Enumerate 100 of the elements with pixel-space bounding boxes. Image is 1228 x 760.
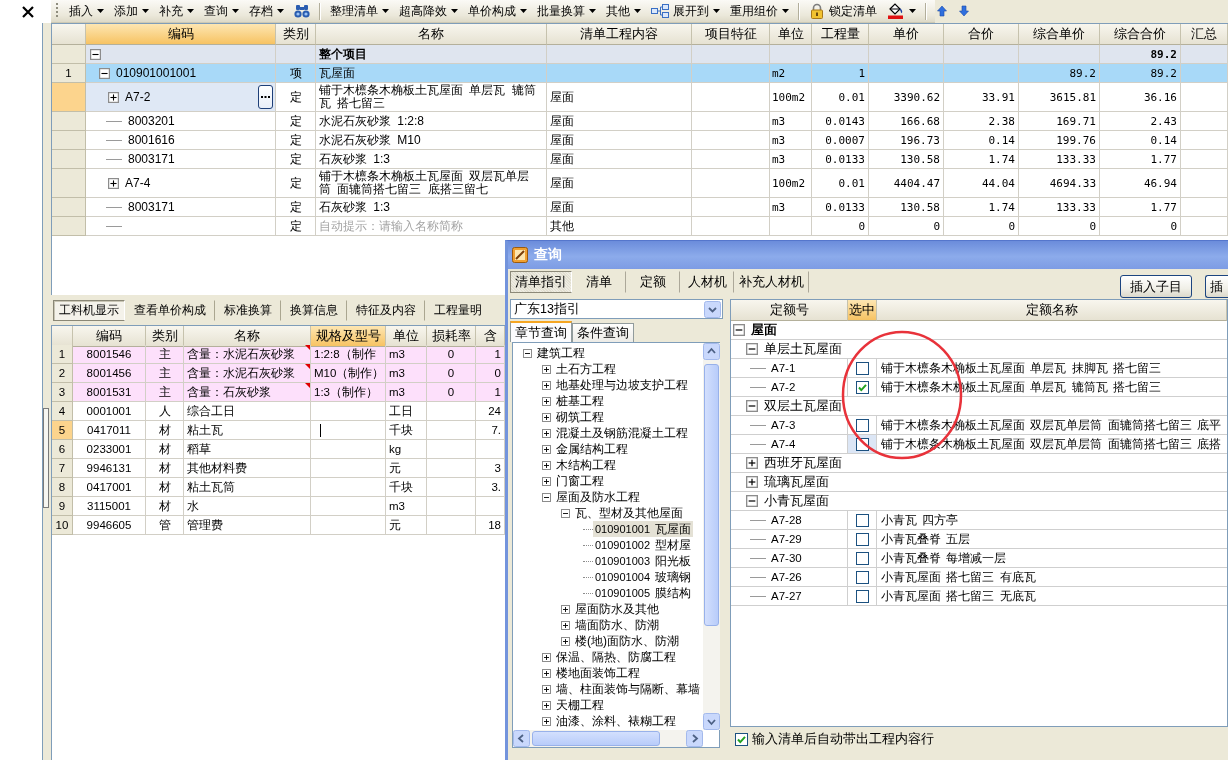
tree-item[interactable]: 木结构工程 [540,457,618,473]
plus-icon[interactable] [561,620,570,630]
table-row[interactable]: 1 8001546 主 含量：水泥石灰砂浆 1:2:8（制作 m3 0 1 [52,345,505,364]
plus-icon[interactable] [746,476,758,488]
tab[interactable]: 标准换算 [215,299,281,321]
column-header[interactable]: 项目特征 [692,24,770,45]
row-header[interactable]: 9 [52,497,73,516]
tree-item[interactable]: 小青瓦屋面 [746,492,829,510]
row-header[interactable]: 6 [52,440,73,459]
guide-select[interactable]: 广东13指引 [510,299,723,319]
tree-item[interactable]: 屋面防水及其他 [559,601,661,617]
tree-item[interactable]: 砌筑工程 [540,409,606,425]
scrollbar-thumb[interactable] [532,731,660,746]
tree-item[interactable]: 010901002 型材屋 [593,537,694,553]
tree-item[interactable]: 门窗工程 [540,473,606,489]
column-header[interactable]: 编码 [86,24,276,45]
plus-icon[interactable] [542,652,551,662]
menu-button[interactable]: 重用组价 [725,0,794,22]
scroll-down-button[interactable] [703,713,720,730]
column-header[interactable]: 综合单价 [1019,24,1100,45]
menu-button[interactable]: 整理清单 [325,0,394,22]
checkbox[interactable] [855,551,869,565]
minus-icon[interactable] [99,67,110,79]
plus-icon[interactable] [542,684,551,694]
plus-icon[interactable] [542,444,551,454]
column-header[interactable]: 单位 [770,24,812,45]
menu-button[interactable]: 存档 [244,0,289,22]
tree-item[interactable]: 屋面 [733,321,777,339]
plus-icon[interactable] [542,380,551,390]
column-header[interactable]: 损耗率 [427,326,476,347]
tree-item[interactable]: 油漆、涂料、裱糊工程 [540,713,678,729]
column-header[interactable]: 清单工程内容 [547,24,692,45]
tree-item[interactable]: 天棚工程 [540,697,606,713]
column-header[interactable]: 工程量 [812,24,869,45]
row-header[interactable]: 10 [52,516,73,535]
plus-icon[interactable] [746,457,758,469]
plus-icon[interactable] [542,476,551,486]
tab[interactable]: 换算信息 [281,299,347,321]
tree-item[interactable]: 地基处理与边坡支护工程 [540,377,690,393]
plus-icon[interactable] [542,700,551,710]
tab[interactable]: 查看单价构成 [125,299,215,321]
tree-item[interactable]: 010901001 瓦屋面 [593,521,694,537]
tree-item[interactable]: 混凝土及钢筋混凝土工程 [540,425,690,441]
checkbox[interactable] [855,380,869,394]
plus-icon[interactable] [542,428,551,438]
checkbox[interactable] [855,570,869,584]
menu-button[interactable]: 添加 [109,0,154,22]
checkbox[interactable] [855,589,869,603]
tree-item[interactable]: 010901004 玻璃钢 [593,569,694,585]
table-row[interactable]: 整个项目 89.2 [52,45,1228,64]
tree-item[interactable]: 桩基工程 [540,393,606,409]
tree-item[interactable]: 墙、柱面装饰与隔断、幕墙 [540,681,702,697]
minus-icon[interactable] [542,492,551,502]
plus-icon[interactable] [108,177,119,189]
menu-button[interactable]: 批量换算 [532,0,601,22]
tree-item[interactable]: 010901005 膜结构 [593,585,694,601]
column-header[interactable]: 名称 [316,24,547,45]
more-button[interactable] [258,85,273,109]
column-header[interactable]: 综合合价 [1100,24,1181,45]
vertical-scrollbar[interactable] [703,343,720,730]
minus-icon[interactable] [523,348,532,358]
scroll-left-button[interactable] [513,730,530,747]
plus-icon[interactable] [561,636,570,646]
checkbox[interactable] [855,532,869,546]
tab[interactable]: 条件查询 [572,323,634,342]
horizontal-scrollbar[interactable] [513,730,703,747]
column-header[interactable]: 类别 [146,326,184,347]
column-header[interactable]: 选中 [848,300,877,321]
lock-list-button[interactable]: 锁定清单 [804,0,882,22]
tab[interactable]: 工料机显示 [53,299,125,321]
row-header[interactable]: 7 [52,459,73,478]
checkbox[interactable] [855,513,869,527]
menu-button[interactable]: 插入 [64,0,109,22]
tab[interactable]: 清单 [572,271,626,293]
plus-icon[interactable] [542,668,551,678]
tab[interactable]: 清单指引 [510,271,572,293]
row-header[interactable]: 3 [52,383,73,402]
row-header[interactable]: 1 [52,345,73,364]
row-header[interactable]: 5 [52,421,73,440]
column-header[interactable]: 单位 [386,326,427,347]
plus-icon[interactable] [561,604,570,614]
column-header[interactable]: 编码 [73,326,146,347]
tab[interactable]: 人材机 [680,271,734,293]
column-header[interactable]: 含 [476,326,505,347]
table-row[interactable]: 3 8001531 主 含量：石灰砂浆 1:3（制作） m3 0 1 [52,383,505,402]
tree-item[interactable]: 瓦、型材及其他屋面 [559,505,685,521]
plus-icon[interactable] [108,91,119,103]
expand-to-button[interactable]: 展开到 [646,0,725,22]
tab[interactable]: 工程量明 [425,299,491,321]
column-header[interactable]: 规格及型号 [311,326,386,347]
menu-button[interactable]: 补充 [154,0,199,22]
table-row[interactable]: 1 010901001001 项 瓦屋面 m2 1 89.2 89.2 [52,64,1228,83]
tree-item[interactable]: 楼地面装饰工程 [540,665,642,681]
tab[interactable]: 特征及内容 [347,299,425,321]
row-header[interactable]: 2 [52,364,73,383]
checkbox[interactable] [735,732,748,746]
checkbox[interactable] [855,418,869,432]
insert-button[interactable]: 插入子目 [1120,275,1192,298]
tree-item[interactable]: 屋面及防水工程 [540,489,642,505]
plus-icon[interactable] [542,460,551,470]
